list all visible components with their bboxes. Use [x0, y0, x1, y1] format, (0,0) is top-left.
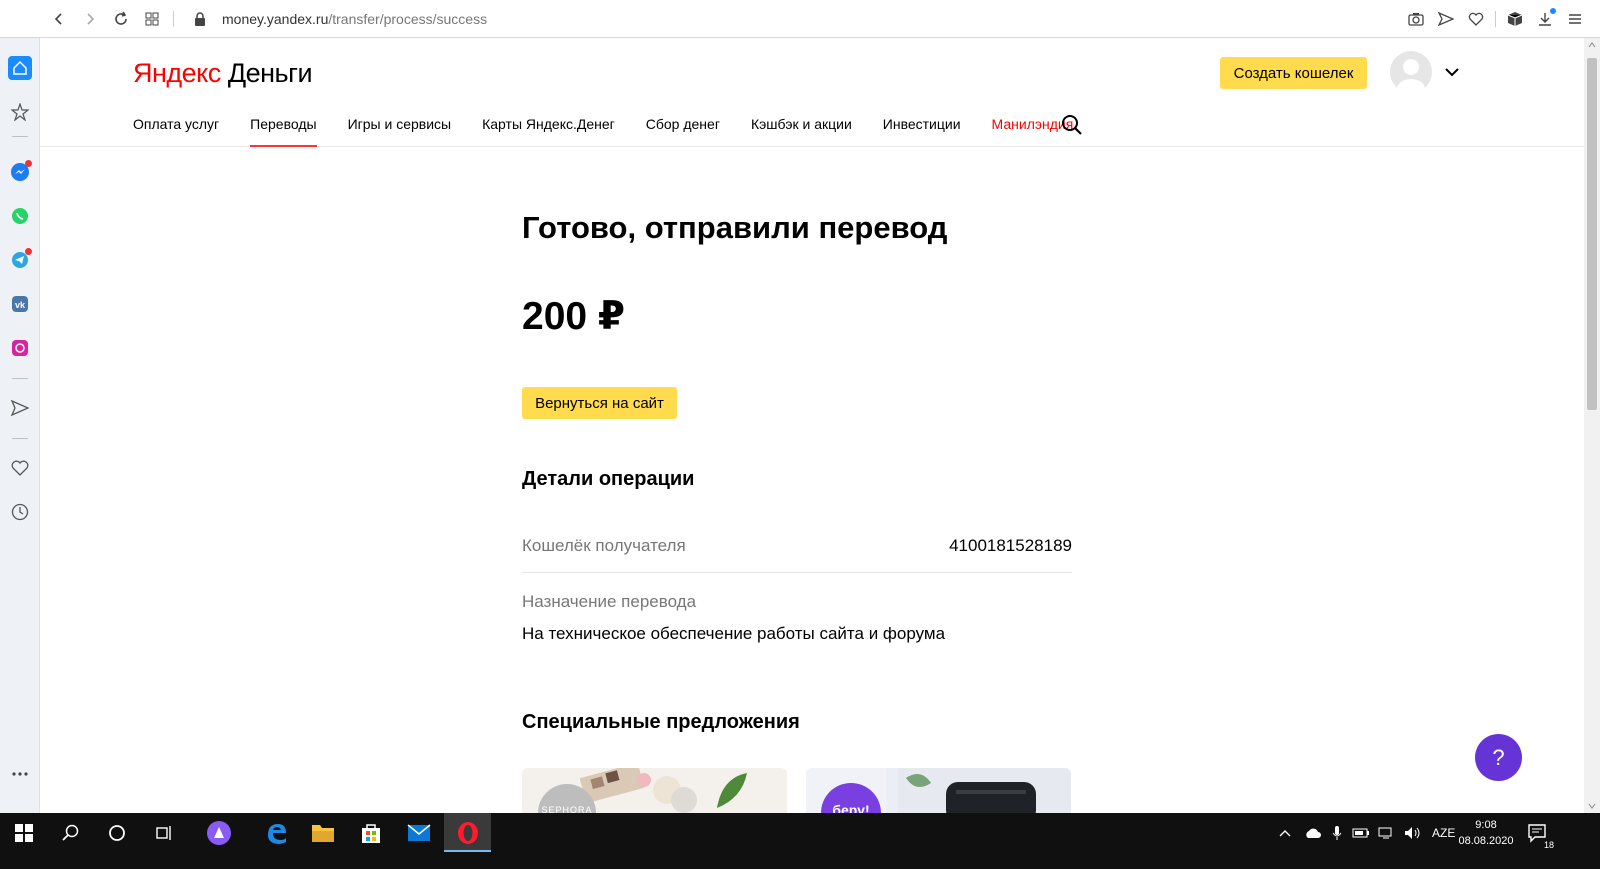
logo-product: Деньги [227, 58, 313, 88]
windows-taskbar: AZE 9:08 08.08.2020 18 [0, 813, 1600, 869]
purpose-label: Назначение перевода [522, 592, 697, 611]
special-offers-heading: Специальные предложения [522, 711, 800, 733]
notification-count: 18 [1542, 840, 1555, 850]
clock-date: 08.08.2020 [1458, 835, 1514, 847]
browser-sidebar: vk [0, 38, 40, 813]
purpose-value: На техническое обеспечение работы сайта … [522, 624, 946, 643]
offer-card-sephora[interactable]: SEPHORA [522, 768, 787, 813]
toolbar-divider [1495, 11, 1496, 27]
task-view-icon[interactable] [151, 820, 177, 846]
recipient-wallet-number: 4100181528189 [949, 536, 1072, 555]
file-explorer-icon[interactable] [310, 820, 336, 846]
nav-cashback[interactable]: Кэшбэк и акции [751, 116, 852, 147]
heart-icon[interactable] [1465, 8, 1487, 30]
create-wallet-button[interactable]: Создать кошелек [1220, 57, 1367, 89]
history-icon[interactable] [10, 502, 30, 522]
sidebar-divider [12, 378, 28, 379]
windows-start-icon[interactable] [11, 820, 37, 846]
recipient-row: Кошелёк получателя 4100181528189 [522, 520, 1072, 573]
nav-fundraising[interactable]: Сбор денег [646, 116, 720, 147]
cortana-icon[interactable] [104, 820, 130, 846]
svg-text:vk: vk [15, 300, 26, 310]
clock-time: 9:08 [1475, 819, 1497, 831]
return-to-site-button[interactable]: Вернуться на сайт [522, 387, 677, 419]
scrollbar-thumb[interactable] [1587, 58, 1597, 410]
system-tray: AZE [1278, 813, 1455, 852]
alice-icon[interactable] [206, 820, 232, 846]
site-header: Яндекс Деньги Создать кошелек Оплата усл… [40, 38, 1584, 147]
onedrive-icon[interactable] [1304, 827, 1322, 839]
tray-expand-icon[interactable] [1278, 828, 1292, 838]
send-icon[interactable] [1435, 8, 1457, 30]
input-language[interactable]: AZE [1432, 826, 1455, 840]
browser-toolbar: money.yandex.ru/transfer/process/success [0, 0, 1600, 38]
back-icon[interactable] [44, 4, 74, 34]
sidebar-divider [12, 438, 28, 439]
notifications-icon[interactable]: 18 [1525, 820, 1555, 850]
menu-icon[interactable] [1564, 8, 1586, 30]
search-icon[interactable] [1061, 114, 1083, 136]
recipient-label: Кошелёк получателя [522, 536, 686, 555]
logo-brand: Яндекс [133, 58, 221, 88]
download-dot [1550, 8, 1556, 14]
download-icon[interactable] [1534, 8, 1556, 30]
heart-icon[interactable] [10, 458, 30, 478]
system-clock[interactable]: 9:08 08.08.2020 [1458, 817, 1514, 849]
scroll-up-icon[interactable] [1588, 42, 1596, 48]
microphone-icon[interactable] [1332, 825, 1342, 841]
toolbar-divider [173, 10, 174, 27]
send-icon[interactable] [10, 398, 30, 418]
lock-icon [195, 11, 205, 26]
page-title: Готово, отправили перевод [522, 210, 948, 245]
transfer-amount: 200 ₽ [522, 295, 626, 338]
nav-transfers[interactable]: Переводы [250, 116, 318, 147]
yandex-money-logo[interactable]: Яндекс Деньги [133, 58, 313, 89]
whatsapp-icon[interactable] [10, 206, 30, 226]
nav-cards[interactable]: Карты Яндекс.Денег [482, 116, 615, 147]
tabs-grid-icon[interactable] [137, 4, 167, 34]
sidebar-divider [12, 136, 28, 137]
nav-investments[interactable]: Инвестиции [883, 116, 961, 147]
messenger-icon[interactable] [10, 160, 32, 182]
store-icon[interactable] [358, 820, 384, 846]
battery-icon[interactable] [1352, 827, 1370, 839]
cube-icon[interactable] [1504, 8, 1526, 30]
network-icon[interactable] [1378, 826, 1396, 840]
reload-icon[interactable] [106, 4, 136, 34]
main-nav: Оплата услуг Переводы Игры и сервисы Кар… [133, 116, 1104, 147]
avatar[interactable] [1390, 51, 1432, 93]
telegram-icon[interactable] [10, 248, 32, 270]
camera-icon[interactable] [1405, 8, 1427, 30]
offer-card-beru[interactable]: беру! [806, 768, 1071, 813]
forward-icon[interactable] [75, 4, 105, 34]
details-heading: Детали операции [522, 468, 695, 490]
mail-icon[interactable] [406, 820, 432, 846]
nav-payments[interactable]: Оплата услуг [133, 116, 219, 147]
home-icon[interactable] [8, 56, 32, 80]
instagram-icon[interactable] [10, 338, 30, 358]
volume-icon[interactable] [1404, 826, 1422, 840]
url-host: money.yandex.ru [222, 10, 329, 27]
opera-icon[interactable] [455, 820, 481, 846]
help-button[interactable]: ? [1475, 734, 1522, 781]
edge-icon[interactable] [263, 820, 289, 846]
vk-icon[interactable]: vk [10, 294, 30, 314]
scroll-down-icon[interactable] [1588, 803, 1596, 809]
chevron-down-icon[interactable] [1442, 62, 1462, 82]
more-icon[interactable] [10, 764, 30, 784]
beru-logo-text: беру! [832, 802, 869, 813]
url-path: /transfer/process/success [328, 10, 488, 27]
nav-games-services[interactable]: Игры и сервисы [348, 116, 452, 147]
star-icon[interactable] [10, 102, 30, 122]
taskbar-search-icon[interactable] [58, 820, 84, 846]
sephora-logo-text: SEPHORA [541, 805, 592, 813]
page-scrollbar[interactable] [1584, 38, 1600, 813]
address-bar[interactable]: money.yandex.ru/transfer/process/success [194, 11, 487, 27]
